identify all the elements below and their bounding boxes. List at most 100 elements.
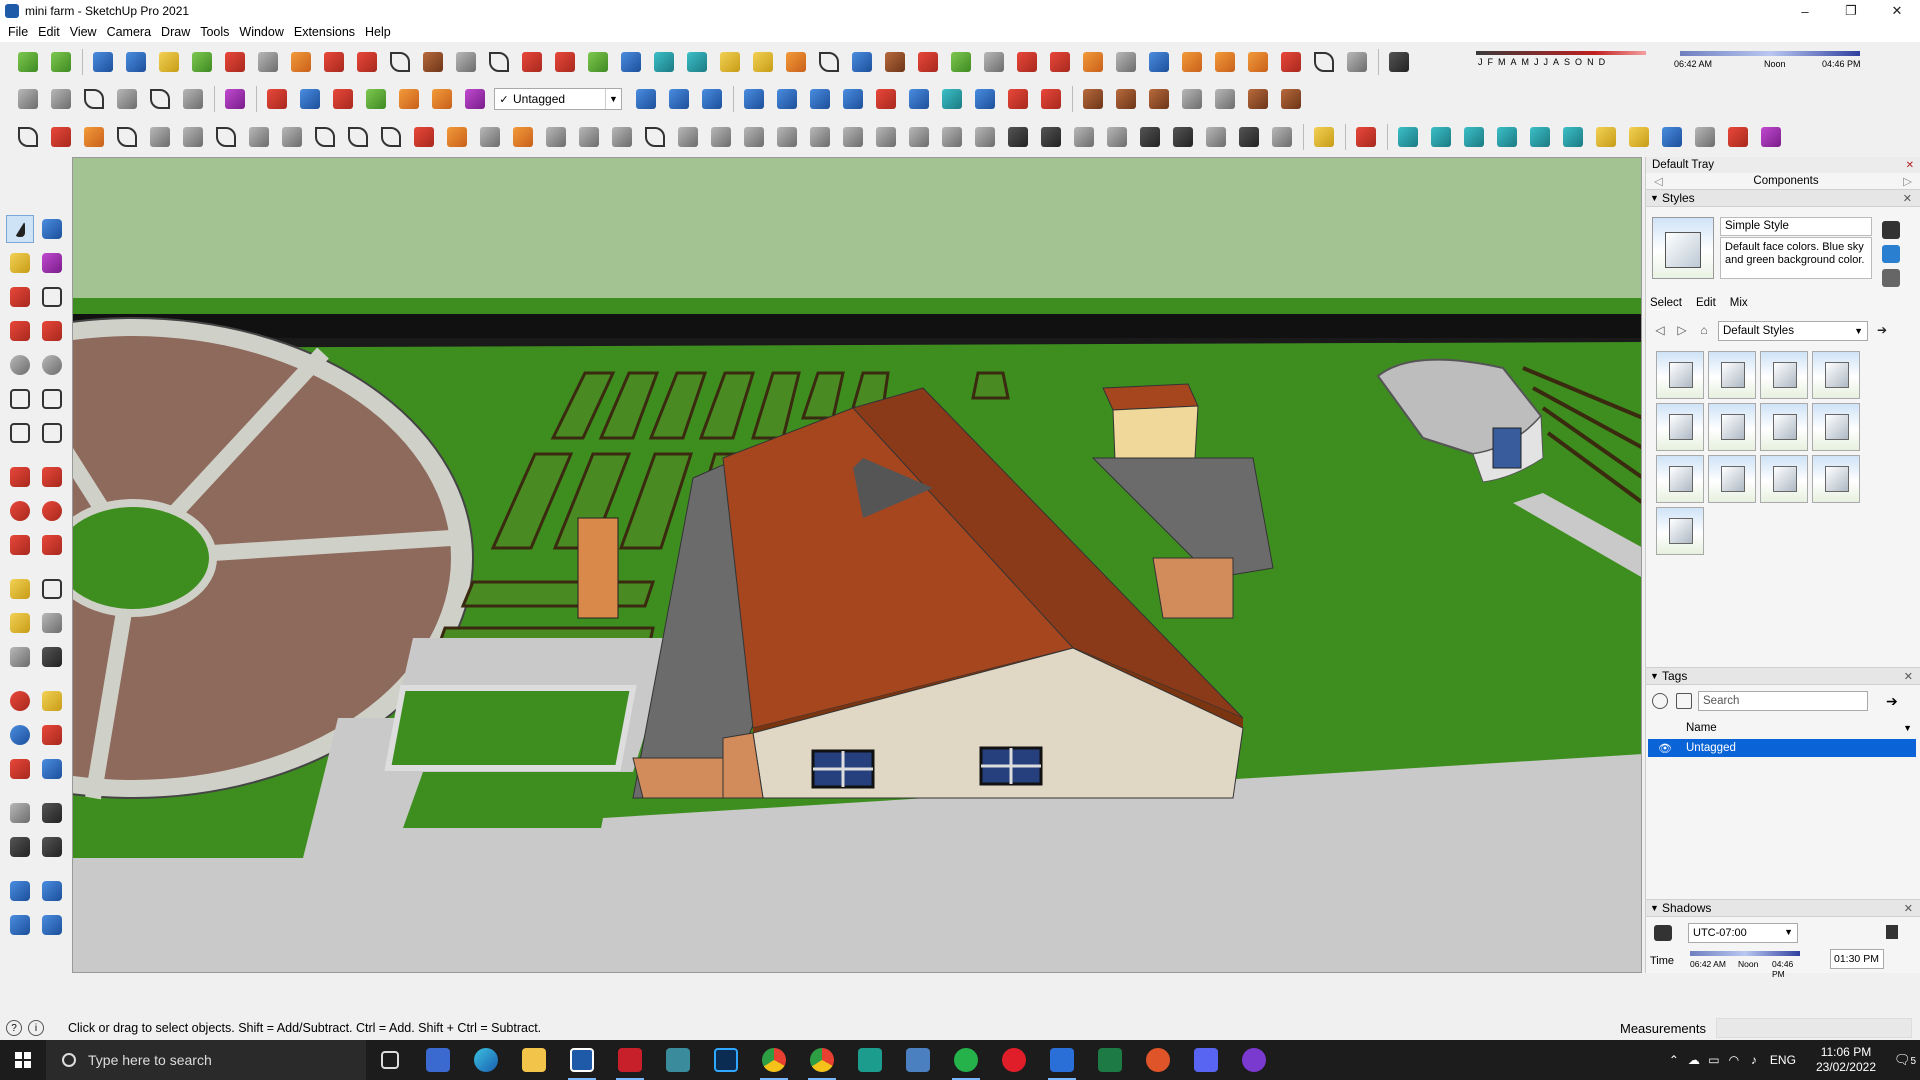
stairs-tool-icon[interactable] <box>1277 86 1304 113</box>
create-style-icon[interactable] <box>1882 245 1900 263</box>
style-thumbnail[interactable] <box>1708 351 1756 399</box>
move-red-icon[interactable] <box>221 86 248 113</box>
styles-panel-header[interactable]: ▼ Styles ✕ <box>1646 189 1920 207</box>
top-view-icon[interactable] <box>47 86 74 113</box>
warehouse-icon[interactable] <box>6 877 34 905</box>
freehand-icon[interactable] <box>14 124 41 151</box>
close-tray-icon[interactable]: ✕ <box>1906 160 1914 171</box>
anchor-icon[interactable] <box>971 124 998 151</box>
freehand-tool-icon[interactable] <box>38 283 66 311</box>
tape-measure-icon[interactable] <box>1310 124 1337 151</box>
extension-warehouse-left-icon[interactable] <box>6 911 34 939</box>
material-paint-icon[interactable] <box>1079 86 1106 113</box>
arc-outline-icon[interactable] <box>1559 124 1586 151</box>
close-panel-icon[interactable]: ✕ <box>1904 902 1913 915</box>
hook-icon[interactable] <box>212 124 239 151</box>
extension-warehouse-icon[interactable] <box>14 49 41 76</box>
edge-style-icon[interactable] <box>632 86 659 113</box>
arrow-split-icon[interactable] <box>674 124 701 151</box>
walk-tool-icon[interactable] <box>6 833 34 861</box>
clock[interactable]: 11:06 PM 23/02/2022 <box>1816 1045 1876 1075</box>
slope-icon[interactable] <box>740 124 767 151</box>
notifications-icon[interactable]: 🗨5 <box>1890 1052 1920 1068</box>
move-green-icon[interactable] <box>584 49 611 76</box>
two-point-arc-icon[interactable] <box>38 385 66 413</box>
details-arrow-icon[interactable]: ➔ <box>1874 323 1890 339</box>
left-view-icon[interactable] <box>179 86 206 113</box>
tile-cross-icon[interactable] <box>1211 49 1238 76</box>
follow-me-icon[interactable] <box>38 497 66 525</box>
sandbox-from-contours-icon[interactable] <box>89 49 116 76</box>
bezier-spline-icon[interactable] <box>80 124 107 151</box>
right-view-icon[interactable] <box>113 86 140 113</box>
iso-view-icon[interactable] <box>14 86 41 113</box>
make-component-icon[interactable] <box>38 215 66 243</box>
stripes-icon[interactable] <box>1070 124 1097 151</box>
curve-tool-icon[interactable] <box>386 49 413 76</box>
circle-tool-icon[interactable] <box>6 351 34 379</box>
box-outline-icon[interactable] <box>1394 124 1421 151</box>
pen-red-icon[interactable] <box>1352 124 1379 151</box>
chevron-up-icon[interactable]: ⌃ <box>1664 1053 1684 1067</box>
tag-search-input[interactable]: Search <box>1698 691 1868 711</box>
circle-outline-icon[interactable] <box>1427 124 1454 151</box>
components-collapsed[interactable]: ◁ Components ▷ <box>1646 173 1920 189</box>
xray-icon[interactable] <box>698 86 725 113</box>
smoove-icon[interactable] <box>155 49 182 76</box>
geo-location-icon[interactable]: ? <box>6 1020 22 1036</box>
whatsapp-icon[interactable] <box>942 1040 990 1080</box>
component-options-icon[interactable] <box>947 49 974 76</box>
shadow-time-field[interactable]: 01:30 PM <box>1830 949 1884 969</box>
menu-draw[interactable]: Draw <box>159 25 198 39</box>
polygon-tool-icon[interactable] <box>38 351 66 379</box>
line-red-icon[interactable] <box>410 124 437 151</box>
style-thumbnail[interactable] <box>1812 403 1860 451</box>
cut-tool-icon[interactable] <box>113 124 140 151</box>
scale-axes-icon[interactable] <box>617 49 644 76</box>
back-icon[interactable]: ◁ <box>1652 323 1668 339</box>
arc-tool-icon[interactable] <box>6 385 34 413</box>
photo-texture-icon[interactable] <box>773 86 800 113</box>
dimension-icon[interactable] <box>806 86 833 113</box>
tile-grid-icon[interactable] <box>1178 49 1205 76</box>
menu-view[interactable]: View <box>68 25 105 39</box>
fan-lines-alt-icon[interactable] <box>806 124 833 151</box>
align-down-icon[interactable] <box>872 86 899 113</box>
pan-tool-icon[interactable] <box>38 687 66 715</box>
tag-name-column[interactable]: Name ▼ <box>1686 719 1916 737</box>
eraser-icon[interactable] <box>38 249 66 277</box>
dimension-tool-icon[interactable] <box>38 575 66 603</box>
file-explorer-icon[interactable] <box>510 1040 558 1080</box>
rotated-rectangle-icon[interactable] <box>38 317 66 345</box>
material-grid-icon[interactable] <box>1112 86 1139 113</box>
tab-mix[interactable]: Mix <box>1730 297 1748 310</box>
home-icon[interactable]: ⌂ <box>1696 323 1712 339</box>
model-viewport[interactable] <box>72 157 1642 973</box>
shadow-settings-icon[interactable] <box>1886 925 1898 939</box>
scale-box-icon[interactable] <box>938 86 965 113</box>
loop-icon[interactable] <box>749 49 776 76</box>
style-thumbnail[interactable] <box>1656 351 1704 399</box>
chrome-icon[interactable] <box>750 1040 798 1080</box>
cone-icon[interactable] <box>650 49 677 76</box>
star-icon[interactable] <box>848 49 875 76</box>
axes-tool-icon[interactable] <box>6 643 34 671</box>
chrome-profile-icon[interactable] <box>798 1040 846 1080</box>
style-thumbnail[interactable] <box>1812 455 1860 503</box>
shadow-month-slider[interactable]: J F M A M J J A S O N D <box>1468 47 1668 73</box>
fan-icon[interactable] <box>1169 124 1196 151</box>
add-detail-icon[interactable] <box>254 49 281 76</box>
style-thumbnail[interactable] <box>1760 455 1808 503</box>
axes-blue-icon[interactable] <box>296 86 323 113</box>
circle-divide-icon[interactable] <box>476 124 503 151</box>
axes-x-icon[interactable] <box>428 86 455 113</box>
menu-help[interactable]: Help <box>363 25 399 39</box>
zoom-extents-icon[interactable] <box>6 755 34 783</box>
polyline-icon[interactable] <box>47 124 74 151</box>
back-view-icon[interactable] <box>146 86 173 113</box>
notes-app-icon[interactable] <box>894 1040 942 1080</box>
cone-cut-icon[interactable] <box>509 124 536 151</box>
hand-grab-icon[interactable] <box>608 124 635 151</box>
floor-tool-icon[interactable] <box>1244 86 1271 113</box>
flip-edge-icon[interactable] <box>287 49 314 76</box>
